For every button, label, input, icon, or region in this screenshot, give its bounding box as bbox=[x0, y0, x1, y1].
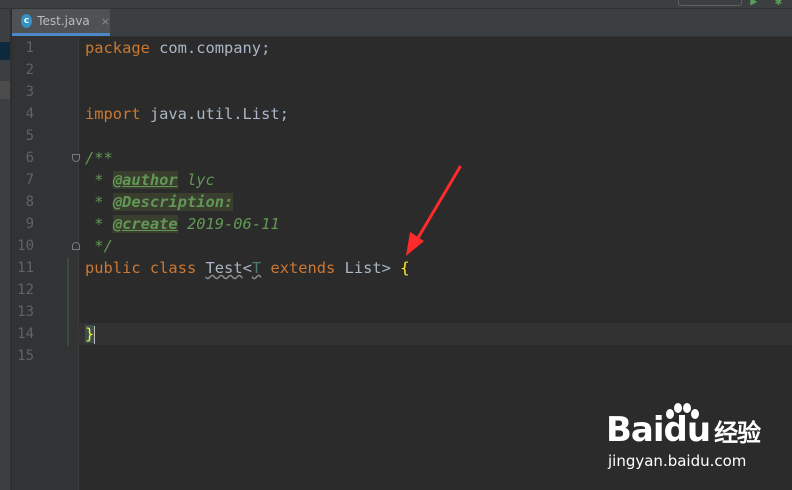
watermark-logo: Baidu 经验 bbox=[606, 410, 761, 450]
watermark-url: jingyan.baidu.com bbox=[608, 452, 747, 470]
arrow-shaft bbox=[413, 165, 462, 245]
arrow-head bbox=[406, 232, 424, 256]
baidu-watermark: Baidu 经验 jingyan.baidu.com bbox=[606, 402, 786, 482]
